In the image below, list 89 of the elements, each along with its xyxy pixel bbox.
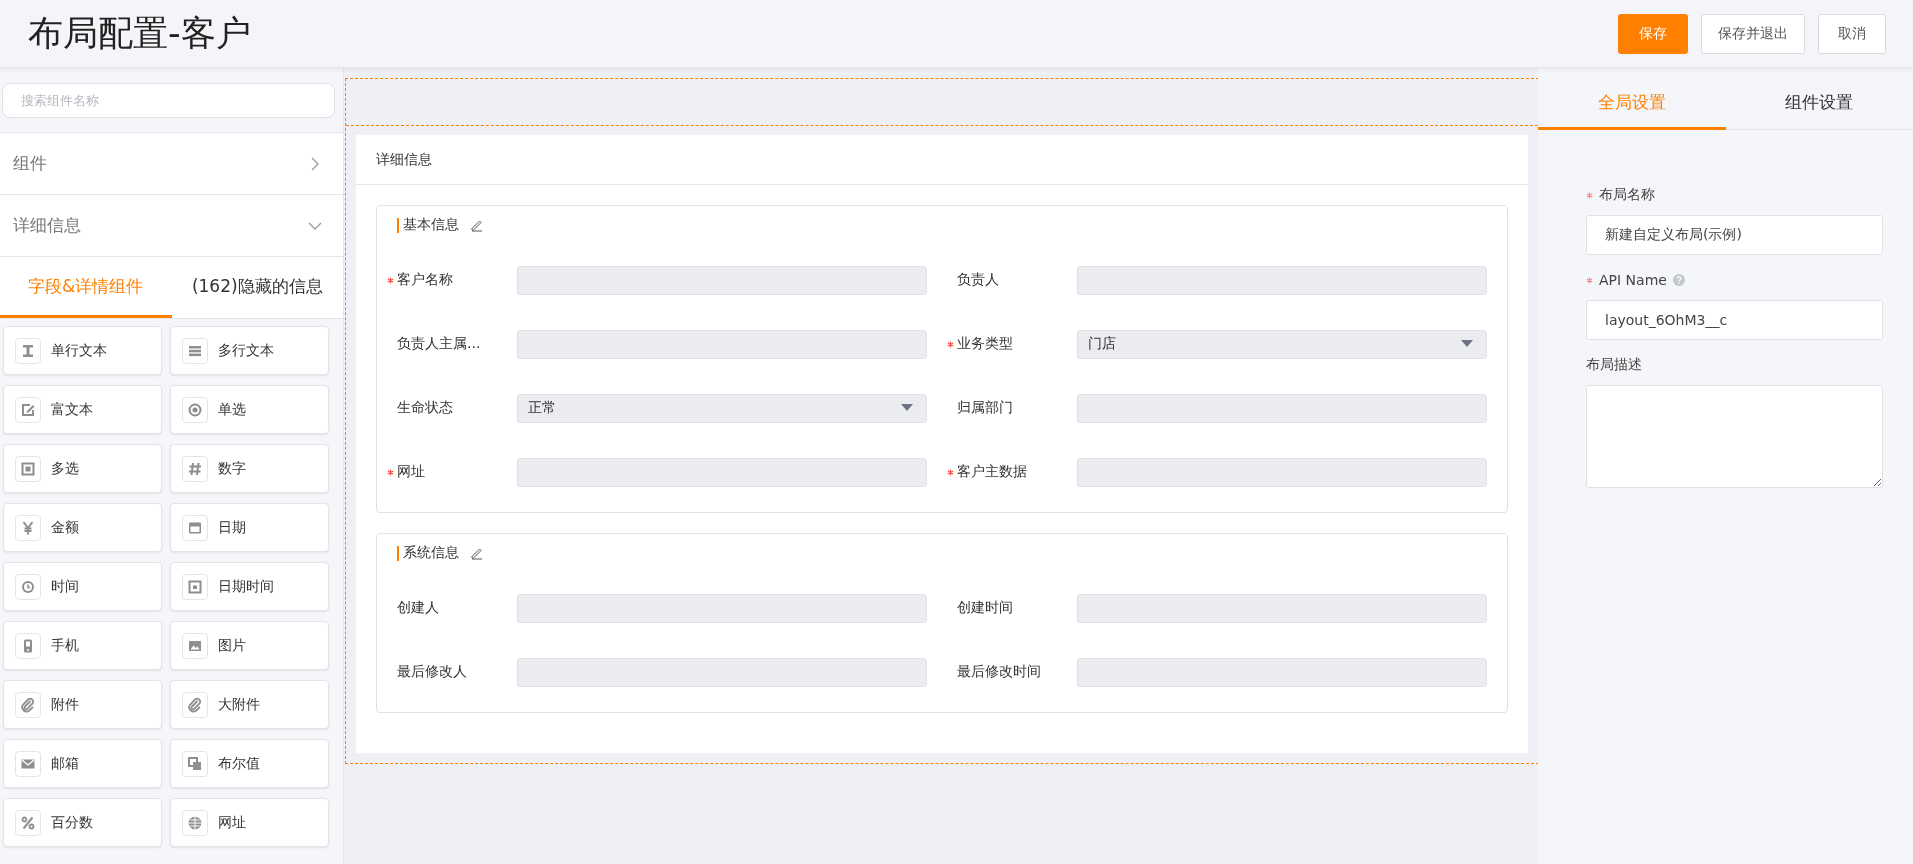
component-item[interactable]: 单选 [170, 385, 329, 434]
accordion-row[interactable]: 组件 [0, 132, 343, 194]
percent-icon [15, 809, 41, 836]
component-item[interactable]: 图片 [170, 621, 329, 670]
component-item[interactable]: 富文本 [3, 385, 162, 434]
component-item[interactable]: 手机 [3, 621, 162, 670]
field-label: 负责人主属... [397, 335, 481, 353]
required-mark-icon [947, 468, 954, 476]
dropdown-caret-icon [1461, 340, 1473, 348]
phone-icon [15, 632, 41, 659]
field-label: 客户名称 [397, 271, 453, 289]
input-field[interactable] [517, 657, 927, 687]
component-item[interactable]: 邮箱 [3, 739, 162, 788]
select-field[interactable]: 门店 [1077, 329, 1487, 359]
input-field[interactable] [1077, 593, 1487, 623]
component-item[interactable]: 布尔值 [170, 739, 329, 788]
paperclip-icon [182, 691, 208, 718]
text-cursor-icon [15, 337, 41, 364]
input-field[interactable] [1077, 657, 1487, 687]
globe-icon [182, 809, 208, 836]
search-field[interactable]: 搜索组件名称 [2, 83, 335, 118]
component-item[interactable]: 大附件 [170, 680, 329, 729]
input-field[interactable]: 新建自定义布局(示例) [1586, 215, 1883, 255]
select-field[interactable]: 正常 [517, 393, 927, 423]
input-field[interactable] [517, 329, 927, 359]
pencil-icon[interactable] [470, 546, 484, 560]
hash-icon [182, 455, 208, 482]
field-label: 布局名称 [1599, 186, 1655, 204]
required-mark-icon [387, 468, 394, 476]
input-field[interactable] [517, 593, 927, 623]
envelope-icon [15, 750, 41, 777]
required-mark-icon [947, 340, 954, 348]
clock-icon [15, 573, 41, 600]
accent-bar [397, 545, 399, 561]
radio-icon [182, 396, 208, 423]
tab[interactable]: (162)隐藏的信息 [171, 257, 343, 318]
required-mark-icon [1586, 276, 1593, 284]
component-item[interactable]: 网址 [170, 798, 329, 847]
component-item[interactable]: 附件 [3, 680, 162, 729]
pencil-icon[interactable] [470, 218, 484, 232]
accordion-row[interactable]: 详细信息 [0, 194, 343, 256]
page-title: 布局配置-客户 [28, 12, 251, 55]
component-item[interactable]: 多行文本 [170, 326, 329, 375]
component-item[interactable]: 单行文本 [3, 326, 162, 375]
paperclip-icon [15, 691, 41, 718]
textarea-field[interactable] [1586, 385, 1883, 488]
field-label: 业务类型 [957, 335, 1013, 353]
required-mark-icon [1586, 191, 1593, 199]
help-icon[interactable] [1672, 274, 1685, 286]
input-field[interactable] [517, 265, 927, 295]
dropdown-caret-icon [901, 404, 913, 412]
input-field[interactable] [1077, 393, 1487, 423]
accent-bar [397, 217, 399, 233]
edit-box-icon [15, 396, 41, 423]
component-item[interactable]: 日期时间 [170, 562, 329, 611]
group-title: 系统信息 [403, 544, 459, 562]
component-item[interactable]: 日期 [170, 503, 329, 552]
lines-icon [182, 337, 208, 364]
field-label: 创建人 [397, 599, 439, 617]
card-title: 详细信息 [356, 135, 1528, 185]
action-button[interactable]: 保存并退出 [1701, 13, 1805, 54]
field-label: 最后修改时间 [957, 663, 1041, 681]
checkbox-icon [15, 455, 41, 482]
field-label: 归属部门 [957, 399, 1013, 417]
component-item[interactable]: 数字 [170, 444, 329, 493]
field-label: 生命状态 [397, 399, 453, 417]
image-icon [182, 632, 208, 659]
yen-icon [15, 514, 41, 541]
input-field[interactable] [517, 457, 927, 487]
input-field[interactable]: layout_6OhM3__c [1586, 300, 1883, 340]
field-label: 负责人 [957, 271, 999, 289]
group-title: 基本信息 [403, 216, 459, 234]
component-item[interactable]: 时间 [3, 562, 162, 611]
component-item[interactable]: 金额 [3, 503, 162, 552]
action-button[interactable]: 取消 [1818, 13, 1886, 54]
component-item[interactable]: 百分数 [3, 798, 162, 847]
field-label: 最后修改人 [397, 663, 467, 681]
field-label: API Name [1599, 272, 1667, 288]
input-field[interactable] [1077, 265, 1487, 295]
calendar-icon [182, 514, 208, 541]
tab[interactable]: 组件设置 [1725, 78, 1913, 130]
field-label: 客户主数据 [957, 463, 1027, 481]
overlapping-squares-icon [182, 750, 208, 777]
input-field[interactable] [1077, 457, 1487, 487]
field-label: 创建时间 [957, 599, 1013, 617]
component-item[interactable]: 多选 [3, 444, 162, 493]
required-mark-icon [387, 276, 394, 284]
field-label: 布局描述 [1586, 356, 1642, 374]
field-label: 网址 [397, 463, 425, 481]
